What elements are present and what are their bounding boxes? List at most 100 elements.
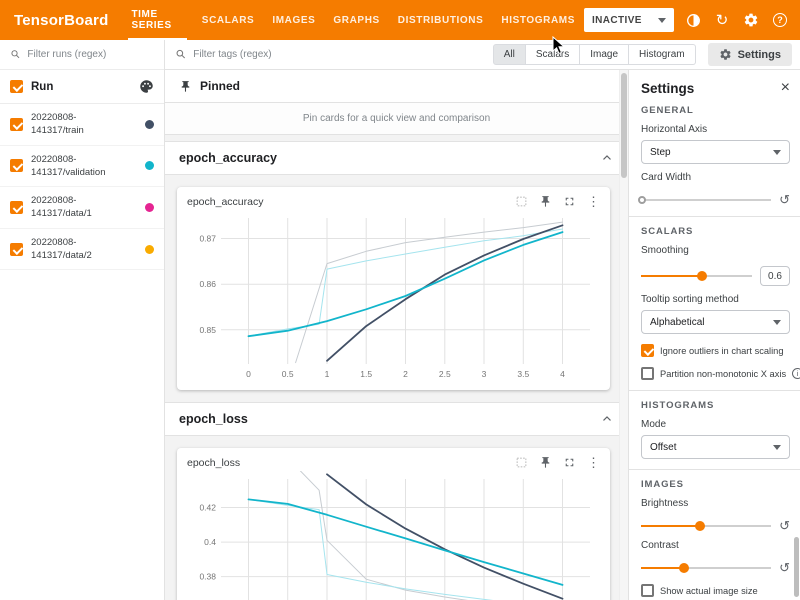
app-body: Run 20220808-141317/train 20220808-14131… [0,40,800,600]
reset-icon[interactable]: ↺ [779,519,790,532]
tensorboard-app: TensorBoard TIME SERIES SCALARS IMAGES G… [0,0,800,600]
svg-text:0.86: 0.86 [199,279,216,289]
section-header-epoch-accuracy[interactable]: epoch_accuracy [165,142,628,175]
tab-images[interactable]: IMAGES [263,0,324,40]
filter-image-button[interactable]: Image [580,44,629,65]
card-actions: ⋮ [515,195,600,208]
search-icon [175,48,187,61]
help-icon-glyph: ? [773,13,787,27]
nav-tabs: TIME SERIES SCALARS IMAGES GRAPHS DISTRI… [122,0,584,40]
top-bar-controls: INACTIVE ↻ ? [584,8,800,32]
partition-x-axis-row[interactable]: Partition non-monotonic X axis i [641,367,790,380]
partition-x-axis-checkbox[interactable] [641,367,654,380]
run-checkbox[interactable] [10,118,23,131]
reset-icon[interactable]: ↺ [779,561,790,574]
section-title: epoch_accuracy [179,151,277,165]
run-checkbox[interactable] [10,243,23,256]
horizontal-axis-select[interactable]: Step [641,140,790,164]
slider-thumb[interactable] [638,196,646,204]
filter-tags-row [175,48,493,61]
tab-distributions[interactable]: DISTRIBUTIONS [389,0,493,40]
help-icon[interactable]: ? [770,10,790,30]
reset-icon[interactable]: ↺ [779,193,790,206]
smoothing-value-input[interactable]: 0.6 [760,266,790,286]
pin-card-icon[interactable] [539,195,552,208]
fullscreen-icon[interactable] [563,195,576,208]
slider-thumb[interactable] [695,521,705,531]
svg-text:3.5: 3.5 [517,369,529,379]
brightness-slider[interactable] [641,525,771,527]
pinned-empty-message: Pin cards for a quick view and compariso… [165,103,628,135]
histograms-heading: HISTOGRAMS [641,400,790,411]
tooltip-sorting-label: Tooltip sorting method [641,294,790,305]
pin-card-icon[interactable] [539,456,552,469]
scalar-chart-epoch-loss[interactable]: 00.511.522.533.540.360.380.40.42 [187,471,600,600]
ignore-outliers-row[interactable]: Ignore outliers in chart scaling [641,344,790,357]
filter-histogram-button[interactable]: Histogram [629,44,696,65]
svg-text:0.4: 0.4 [204,537,216,547]
actual-image-size-row[interactable]: Show actual image size [641,584,790,597]
gear-icon[interactable] [741,10,761,30]
tab-time-series[interactable]: TIME SERIES [122,0,192,40]
scalar-card-epoch-accuracy: epoch_accuracy [177,187,610,390]
tab-histograms[interactable]: HISTOGRAMS [492,0,584,40]
run-checkbox[interactable] [10,159,23,172]
scalar-chart-epoch-accuracy[interactable]: 00.511.522.533.540.850.860.87 [187,210,600,382]
svg-text:4: 4 [560,369,565,379]
histogram-mode-select[interactable]: Offset [641,435,790,459]
tab-scalars[interactable]: SCALARS [193,0,264,40]
run-row-data-2[interactable]: 20220808-141317/data/2 [0,229,164,271]
contrast-toggle-icon[interactable] [683,10,703,30]
run-row-validation[interactable]: 20220808-141317/validation [0,146,164,188]
filter-tags-input[interactable] [193,49,492,60]
tag-type-filter-group: All Scalars Image Histogram [493,44,696,65]
more-vert-icon[interactable]: ⋮ [587,195,600,208]
run-checkbox[interactable] [10,201,23,214]
contrast-icon [685,12,702,29]
chevron-up-icon[interactable] [600,412,614,426]
filter-all-button[interactable]: All [493,44,526,65]
settings-button[interactable]: Settings [708,43,792,66]
card-width-slider[interactable] [641,199,771,201]
fullscreen-icon[interactable] [563,456,576,469]
fit-to-data-icon[interactable] [515,195,528,208]
fit-to-data-icon[interactable] [515,456,528,469]
close-icon[interactable]: × [781,80,790,96]
more-vert-icon[interactable]: ⋮ [587,456,600,469]
reload-status-select[interactable]: INACTIVE [584,8,674,32]
actual-image-size-label: Show actual image size [660,586,758,596]
filter-runs-input[interactable] [27,49,154,60]
card-well: epoch_accuracy [165,175,628,403]
horizontal-axis-label: Horizontal Axis [641,124,790,135]
scalar-card-epoch-loss: epoch_loss [177,448,610,600]
runs-sidebar: Run 20220808-141317/train 20220808-14131… [0,40,165,600]
tooltip-sorting-select[interactable]: Alphabetical [641,310,790,334]
settings-scrollbar-thumb[interactable] [794,537,799,597]
tab-graphs[interactable]: GRAPHS [324,0,388,40]
run-row-data-1[interactable]: 20220808-141317/data/1 [0,187,164,229]
chevron-up-icon[interactable] [600,151,614,165]
scalars-heading: SCALARS [641,226,790,237]
slider-thumb[interactable] [679,563,689,573]
pinned-section-header: Pinned [165,70,628,103]
select-all-runs-checkbox[interactable] [10,80,23,93]
actual-image-size-checkbox[interactable] [641,584,654,597]
svg-text:3: 3 [482,369,487,379]
run-row-train[interactable]: 20220808-141317/train [0,104,164,146]
svg-text:0.38: 0.38 [199,572,216,582]
palette-icon[interactable] [139,79,154,94]
run-label: 20220808-141317/data/2 [31,236,123,263]
filter-scalars-button[interactable]: Scalars [526,44,580,65]
main-scrollbar[interactable] [619,70,628,600]
svg-text:2.5: 2.5 [439,369,451,379]
main-scrollbar-thumb[interactable] [621,73,627,178]
refresh-icon[interactable]: ↻ [712,10,732,30]
section-header-epoch-loss[interactable]: epoch_loss [165,403,628,436]
ignore-outliers-checkbox[interactable] [641,344,654,357]
smoothing-slider[interactable] [641,275,752,277]
settings-panel-title: Settings [641,81,694,96]
info-icon[interactable]: i [792,368,800,379]
divider [629,390,800,391]
slider-thumb[interactable] [697,271,707,281]
contrast-slider[interactable] [641,567,771,569]
